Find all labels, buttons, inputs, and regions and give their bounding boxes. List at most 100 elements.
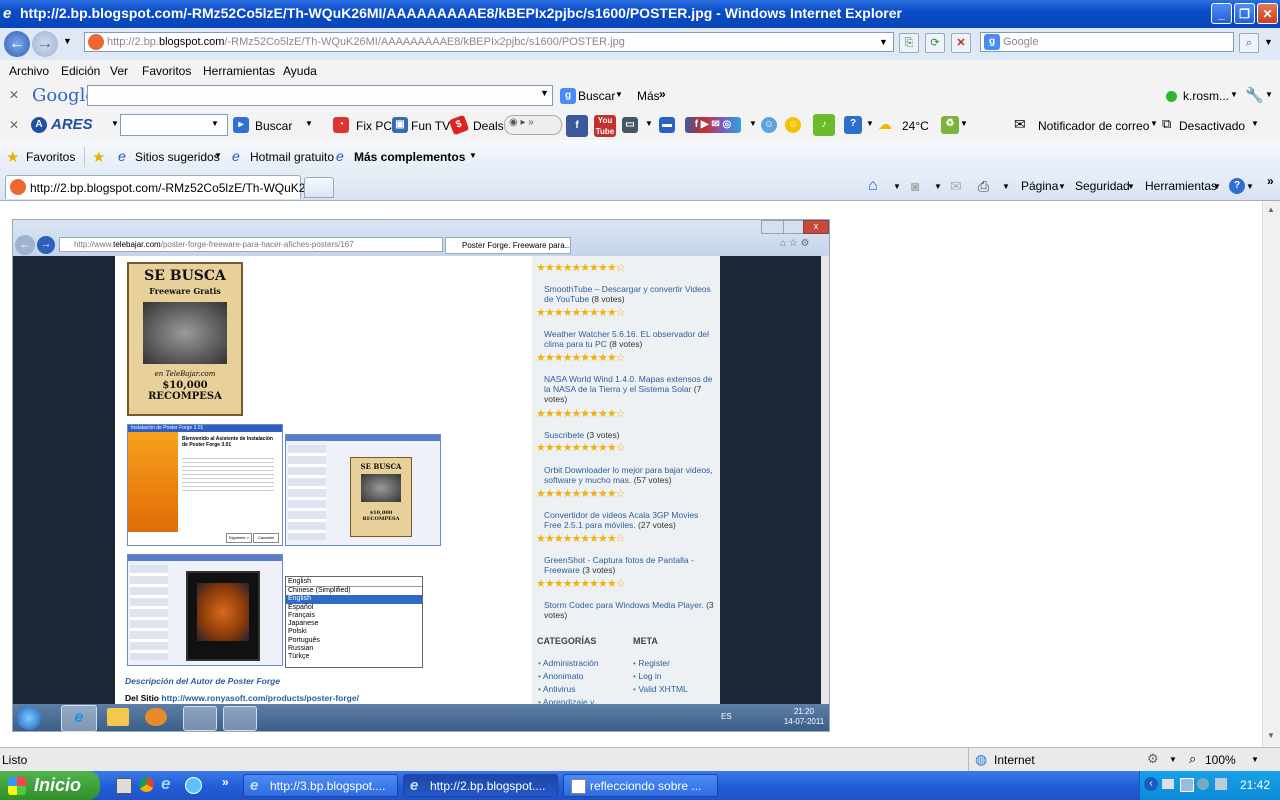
history-dropdown-icon[interactable]: ▼ [63,36,72,46]
tray-display-icon[interactable] [1215,778,1227,790]
mail-notifier[interactable]: Notificador de correo [1038,119,1149,133]
page-menu[interactable]: Página [1021,179,1058,193]
quicklaunch-ie-icon[interactable]: e [161,774,170,794]
vertical-scrollbar[interactable]: ▲ ▼ [1262,201,1280,747]
read-mail-icon[interactable]: ✉ [950,178,962,195]
social-icons[interactable]: f ▶ ✉ ◎ [685,117,741,133]
maximize-button[interactable]: ❐ [1234,3,1255,24]
tools-menu-dropdown-icon[interactable]: ▼ [1213,182,1221,191]
tray-volume-icon[interactable] [1197,778,1209,790]
new-tab-button[interactable] [304,177,334,198]
address-bar[interactable]: http://2.bp.blogspot.com/-RMz52Co5lzE/Th… [84,32,894,52]
menu-ver[interactable]: Ver [110,64,128,78]
forward-button[interactable]: → [32,31,58,57]
scroll-up-icon[interactable]: ▲ [1267,205,1275,214]
google-more-button[interactable]: Más [637,89,660,103]
quicklaunch-calculator-icon[interactable] [116,778,132,794]
hotmail-link[interactable]: Hotmail gratuito [250,150,334,164]
fixpc-button[interactable]: Fix PC [356,119,392,133]
weather-temp[interactable]: 24°C [902,119,929,133]
help-circle-dropdown-icon[interactable]: ▼ [1246,182,1254,191]
tray-back-icon[interactable]: ‹ [1144,777,1158,791]
page-menu-dropdown-icon[interactable]: ▼ [1058,182,1066,191]
mail-status[interactable]: Desactivado [1179,119,1245,133]
mail-notifier-dropdown-icon[interactable]: ▼ [1150,119,1158,128]
car-icon[interactable]: ▬ [659,117,675,133]
help-dropdown-icon[interactable]: ▼ [866,119,874,128]
tab-active[interactable]: http://2.bp.blogspot.com/-RMz52Co5lzE/Th… [5,175,322,199]
suggested-sites-dropdown-icon[interactable]: ▼ [214,151,222,160]
protected-mode-dropdown-icon[interactable]: ▼ [1169,755,1177,764]
taskbar-item-1[interactable]: e http://2.bp.blogspot.... [403,774,558,797]
google-search-options-icon[interactable]: ▼ [615,90,623,99]
favorites-button[interactable]: Favoritos [26,150,75,164]
ecology-icon[interactable]: ♻ [941,116,959,134]
home-dropdown-icon[interactable]: ▼ [893,182,901,191]
wrench-icon[interactable]: 🔧 [1245,86,1264,104]
addons-dropdown-icon[interactable]: ▼ [469,151,477,160]
media-stop-icon[interactable]: ◉ ▸ » [509,117,534,128]
tools-menu[interactable]: Herramientas [1145,179,1217,193]
smiley-icon[interactable]: ☺ [785,117,801,133]
menu-edicion[interactable]: Edición [61,64,100,78]
zoom-icon[interactable]: ⌕ [1189,751,1196,767]
stop-button[interactable]: ✕ [951,33,971,53]
ecology-dropdown-icon[interactable]: ▼ [960,119,968,128]
ares-menu-icon[interactable]: ▼ [111,119,119,128]
search-button[interactable]: ⌕ [1239,33,1259,53]
monitor-icon[interactable]: ▭ [622,117,638,133]
google-user[interactable]: k.rosm... [1183,89,1229,103]
tray-security-icon[interactable] [1180,778,1194,792]
deals-button[interactable]: Deals [473,119,504,133]
taskbar-item-2[interactable]: reflecciondo sobre ... [563,774,718,797]
monitor-dropdown-icon[interactable]: ▼ [645,119,653,128]
suggested-sites-link[interactable]: Sitios sugeridos [135,150,220,164]
menu-herramientas[interactable]: Herramientas [203,64,275,78]
tray-clock[interactable]: 21:42 [1240,778,1270,792]
back-button[interactable]: ← [4,31,30,57]
mail-status-dropdown-icon[interactable]: ▼ [1251,119,1259,128]
funtv-button[interactable]: Fun TV [411,119,450,133]
google-search-dropdown-icon[interactable]: ▼ [540,88,549,98]
feeds-dropdown-icon[interactable]: ▼ [934,182,942,191]
settings-dropdown-icon[interactable]: ▼ [1265,90,1273,99]
close-button[interactable]: ✕ [1257,3,1278,24]
quicklaunch-chrome-icon[interactable] [139,777,154,792]
help-circle-icon[interactable]: ? [1229,178,1245,194]
zoom-level[interactable]: 100% [1205,753,1236,767]
scroll-down-icon[interactable]: ▼ [1267,731,1275,740]
messenger-icon[interactable]: ☺ [761,117,777,133]
address-dropdown-icon[interactable]: ▼ [879,37,888,47]
tab-overflow-icon[interactable]: » [1267,174,1274,188]
menu-favoritos[interactable]: Favoritos [142,64,191,78]
ares-search-button[interactable]: Buscar [255,119,292,133]
quicklaunch-app-icon[interactable] [185,777,202,794]
refresh-button[interactable]: ⟳ [925,33,945,53]
tray-network-icon[interactable] [1162,779,1174,789]
feeds-icon[interactable]: ◙ [911,178,919,194]
search-options-icon[interactable]: ▼ [1264,37,1273,47]
menu-ayuda[interactable]: Ayuda [283,64,317,78]
home-icon[interactable]: ⌂ [868,177,878,195]
security-menu-dropdown-icon[interactable]: ▼ [1127,182,1135,191]
close-ares-toolbar-icon[interactable]: ✕ [9,118,19,132]
youtube-icon[interactable]: You Tube [594,115,616,137]
zoom-dropdown-icon[interactable]: ▼ [1251,755,1259,764]
taskbar-item-0[interactable]: e http://3.bp.blogspot.... [243,774,398,797]
google-toolbar-search-input[interactable] [87,85,553,106]
microphone-icon[interactable]: ♪ [813,114,835,136]
security-menu[interactable]: Seguridad [1075,179,1130,193]
addons-link[interactable]: Más complementos [354,150,465,164]
compatibility-icon[interactable]: ⎘ [899,33,919,53]
close-toolbar-icon[interactable]: ✕ [9,88,19,102]
google-search-button[interactable]: Buscar [578,89,615,103]
minimize-button[interactable]: _ [1211,3,1232,24]
print-dropdown-icon[interactable]: ▼ [1002,182,1010,191]
protected-mode-icon[interactable]: ⚙ [1147,751,1159,767]
ares-search-options-icon[interactable]: ▼ [305,119,313,128]
user-dropdown-icon[interactable]: ▼ [1230,90,1238,99]
start-button[interactable]: Inicio [0,771,100,800]
menu-archivo[interactable]: Archivo [9,64,49,78]
social-dropdown-icon[interactable]: ▼ [749,119,757,128]
print-icon[interactable]: ⎙ [978,178,989,195]
